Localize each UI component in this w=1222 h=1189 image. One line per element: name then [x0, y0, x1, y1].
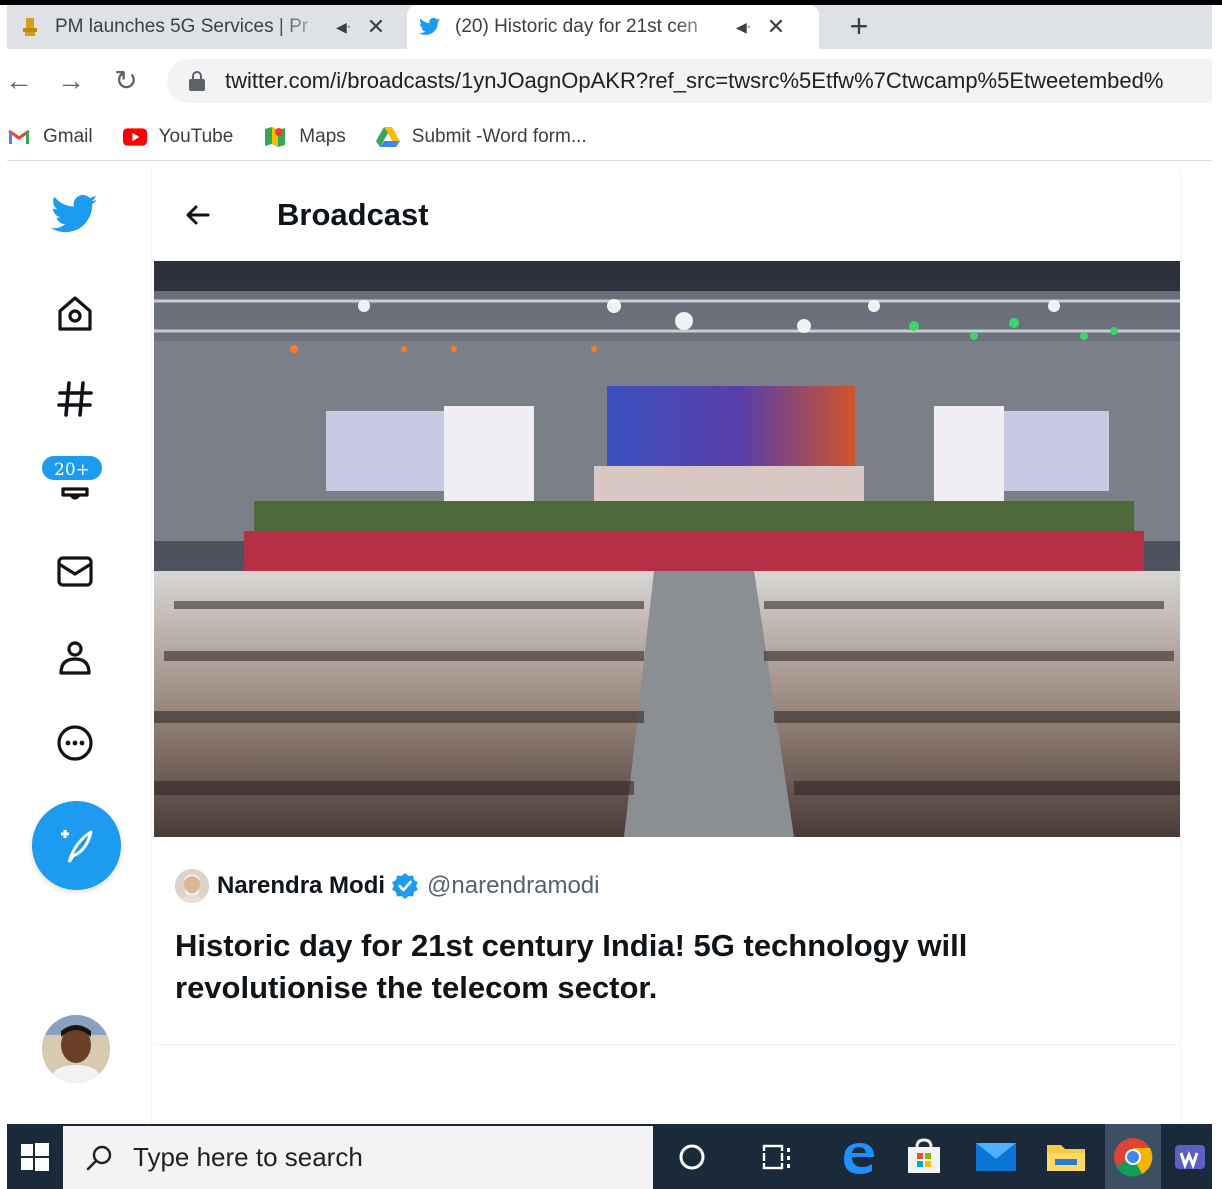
forward-arrow-icon[interactable]: →: [53, 63, 89, 99]
home-icon[interactable]: [51, 289, 99, 337]
emblem-icon: [19, 16, 41, 38]
teams-icon[interactable]: [1173, 1132, 1213, 1182]
store-icon[interactable]: [899, 1132, 949, 1182]
tab-title: (20) Historic day for 21st cen: [455, 16, 698, 37]
windows-start-icon[interactable]: [7, 1124, 63, 1189]
twitter-icon: [419, 16, 441, 38]
search-placeholder: Type here to search: [133, 1142, 363, 1172]
screen: PM launches 5G Services | Pr ◀ᐧ ✕ (20) H…: [0, 0, 1222, 1189]
close-tab-icon[interactable]: ✕: [764, 14, 788, 40]
close-tab-icon[interactable]: ✕: [364, 14, 388, 40]
reload-icon[interactable]: ↻: [108, 63, 144, 99]
url-text[interactable]: twitter.com/i/broadcasts/1ynJOagnOpAKR?r…: [225, 68, 1212, 94]
audio-playing-icon[interactable]: ◀ᐧ: [736, 19, 756, 36]
tab-twitter-broadcast[interactable]: (20) Historic day for 21st cen ◀ᐧ ✕: [407, 5, 819, 49]
broadcast-video[interactable]: [154, 261, 1180, 837]
notification-badge: 20+: [40, 454, 104, 482]
twitter-sidebar: 20+: [7, 169, 152, 1124]
youtube-icon: [122, 127, 147, 147]
bookmark-label: Gmail: [43, 125, 93, 147]
explore-icon[interactable]: [51, 375, 99, 423]
author-handle[interactable]: @narendramodi: [427, 872, 599, 900]
taskbar-search-box[interactable]: Type here to search: [63, 1126, 653, 1189]
tab-pm-launches[interactable]: PM launches 5G Services | Pr ◀ᐧ ✕: [7, 5, 407, 49]
tweet[interactable]: Narendra Modi @narendramodi Historic day…: [153, 837, 1181, 1045]
edge-icon[interactable]: [833, 1132, 883, 1182]
new-tab-button[interactable]: +: [839, 7, 879, 45]
drive-icon: [375, 126, 400, 147]
tweet-author[interactable]: Narendra Modi @narendramodi: [175, 869, 599, 903]
cortana-icon[interactable]: [667, 1132, 717, 1182]
bookmark-label: Submit -Word form...: [411, 125, 587, 147]
mail-icon[interactable]: [971, 1132, 1021, 1182]
windows-taskbar: Type here to search: [7, 1124, 1212, 1189]
event-hall-image: [154, 261, 1180, 837]
messages-icon[interactable]: [51, 547, 99, 595]
file-explorer-icon[interactable]: [1041, 1132, 1091, 1182]
chrome-icon[interactable]: [1105, 1124, 1161, 1189]
compose-tweet-icon: [60, 829, 92, 863]
back-arrow-icon[interactable]: ←: [1, 63, 37, 99]
back-arrow-icon[interactable]: [178, 195, 218, 235]
broadcast-header: Broadcast: [153, 169, 1181, 261]
bookmark-youtube[interactable]: YouTube: [122, 125, 234, 148]
task-view-icon[interactable]: [751, 1132, 801, 1182]
search-icon: [86, 1145, 112, 1170]
bookmark-label: Maps: [299, 125, 346, 147]
profile-icon[interactable]: [51, 633, 99, 681]
broadcast-column: Broadcast Narendra Modi @narendramodi Hi…: [153, 169, 1181, 1124]
tweet-text: Historic day for 21st century India! 5G …: [175, 928, 968, 1005]
lock-icon[interactable]: [189, 71, 205, 91]
bookmark-submit-word-form[interactable]: Submit -Word form...: [375, 125, 587, 148]
tab-title: PM launches 5G Services | Pr: [55, 16, 309, 37]
bookmark-label: YouTube: [158, 125, 234, 147]
twitter-logo-icon[interactable]: [51, 191, 99, 239]
audio-playing-icon[interactable]: ◀ᐧ: [336, 19, 356, 36]
maps-icon: [263, 126, 287, 147]
bookmarks-bar: Gmail YouTube Maps Submit -Word form...: [7, 113, 1212, 161]
verified-badge-icon: [391, 872, 419, 900]
tab-strip: PM launches 5G Services | Pr ◀ᐧ ✕ (20) H…: [7, 5, 1212, 49]
twitter-page: 20+ Broadcast Narendra Modi @narendramod…: [7, 169, 1212, 1124]
compose-tweet-button[interactable]: [32, 801, 121, 890]
account-avatar[interactable]: [42, 1015, 110, 1083]
omnibox[interactable]: twitter.com/i/broadcasts/1ynJOagnOpAKR?r…: [167, 59, 1212, 103]
more-icon[interactable]: [51, 719, 99, 767]
bookmark-maps[interactable]: Maps: [263, 125, 346, 148]
author-name[interactable]: Narendra Modi: [217, 872, 385, 900]
bookmark-gmail[interactable]: Gmail: [7, 126, 93, 148]
author-avatar[interactable]: [175, 869, 209, 903]
gmail-icon: [7, 127, 31, 147]
page-title: Broadcast: [277, 197, 429, 232]
address-bar-row: ← → ↻ twitter.com/i/broadcasts/1ynJOagnO…: [5, 49, 1212, 113]
